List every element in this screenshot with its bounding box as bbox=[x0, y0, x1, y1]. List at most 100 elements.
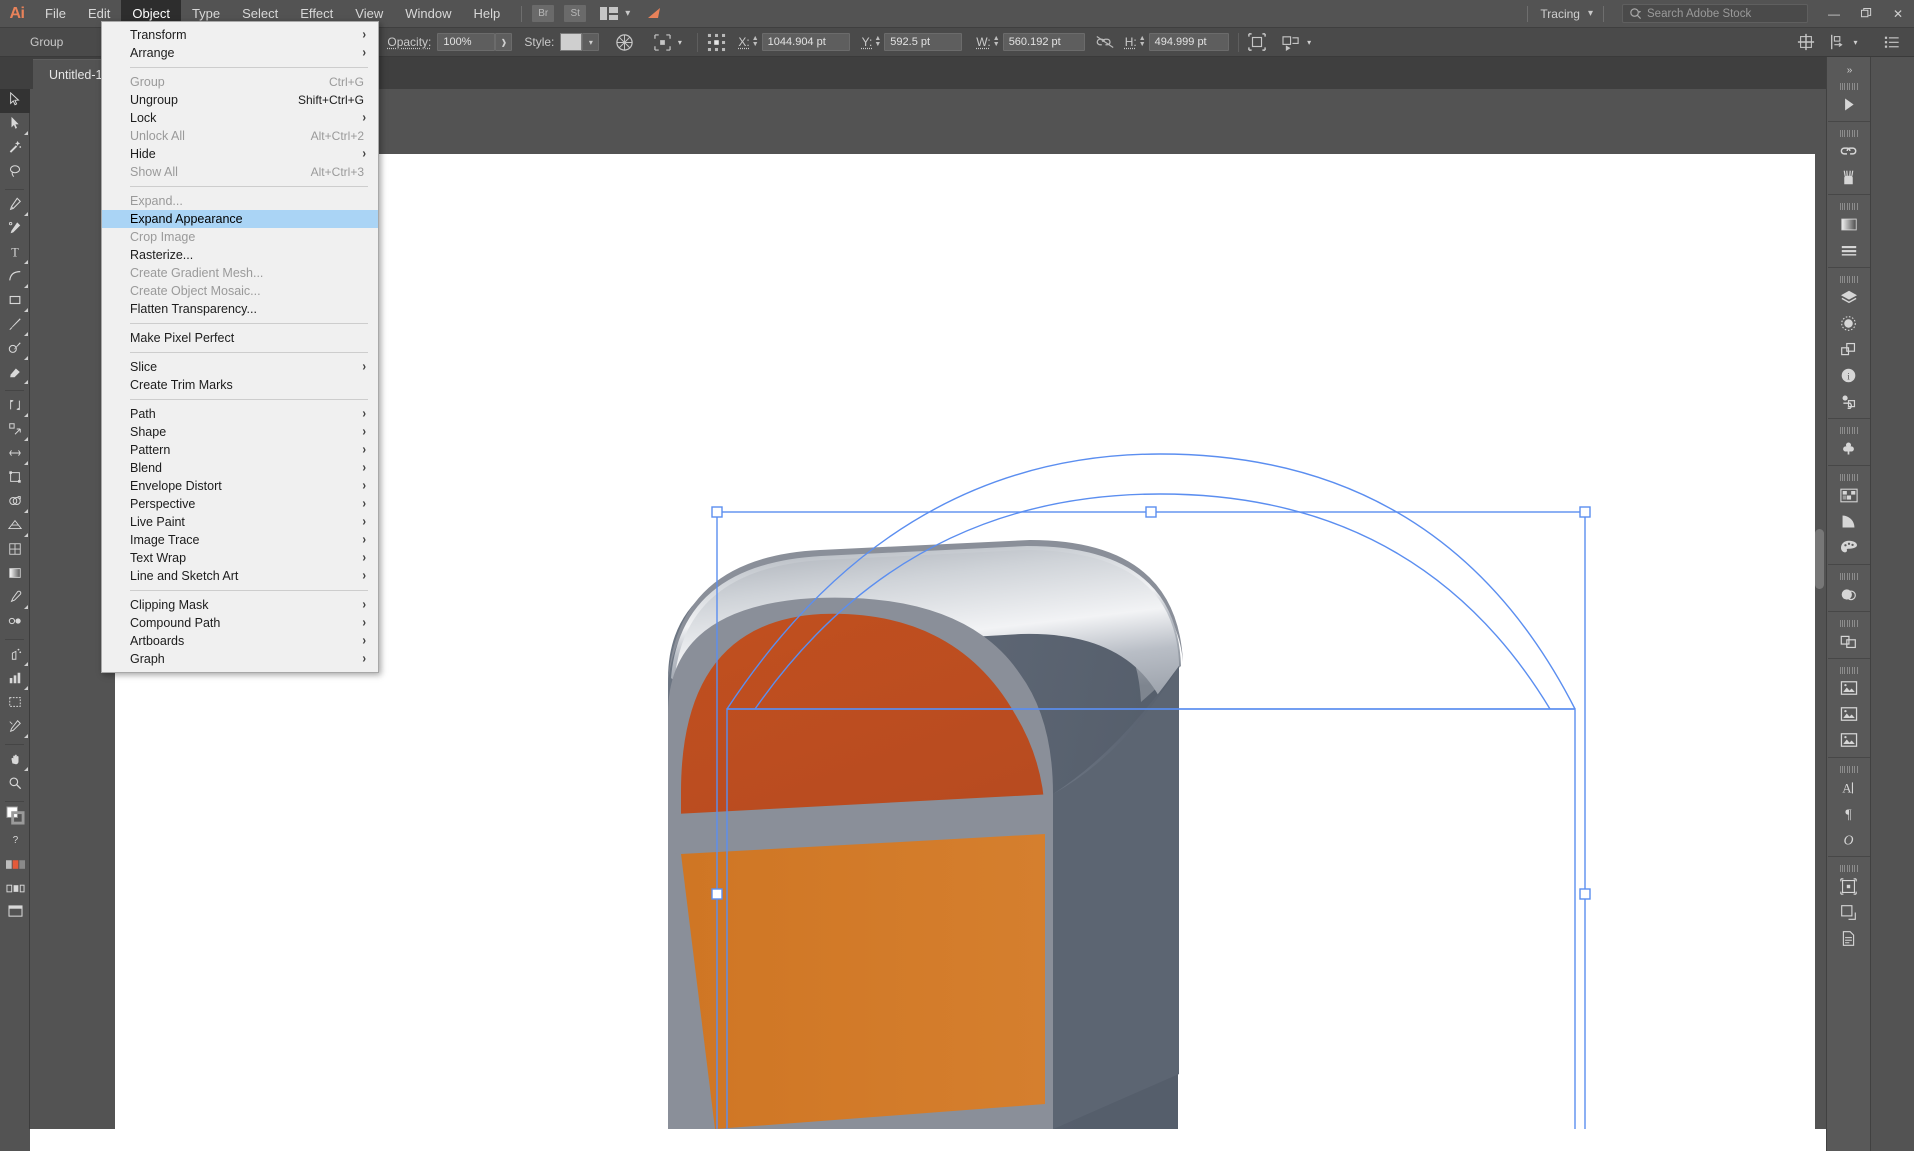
h-stepper[interactable]: ▲ ▼ bbox=[1139, 35, 1146, 48]
menu-item-pattern[interactable]: Pattern › bbox=[102, 441, 378, 459]
menu-item-text-wrap[interactable]: Text Wrap › bbox=[102, 549, 378, 567]
panel-grip[interactable] bbox=[1839, 276, 1858, 283]
align-icon[interactable] bbox=[1797, 33, 1815, 51]
paragraph-icon[interactable]: ¶ bbox=[1828, 800, 1870, 826]
eyedropper-tool[interactable] bbox=[0, 587, 30, 611]
arrange-documents-icon[interactable] bbox=[600, 7, 619, 20]
panel-grip[interactable] bbox=[1839, 83, 1858, 90]
artboards-panel-icon[interactable] bbox=[1828, 873, 1870, 899]
transparency-icon[interactable] bbox=[1828, 581, 1870, 607]
menu-item-image-trace[interactable]: Image Trace › bbox=[102, 531, 378, 549]
links-icon[interactable] bbox=[1828, 138, 1870, 164]
panel-grip[interactable] bbox=[1839, 203, 1858, 210]
panel-grip[interactable] bbox=[1839, 573, 1858, 580]
swatches-icon[interactable] bbox=[1828, 482, 1870, 508]
arrange-chevron-down-icon[interactable]: ▾ bbox=[625, 8, 630, 19]
play-icon[interactable] bbox=[1828, 91, 1870, 117]
menu-item-expand-appearance[interactable]: Expand Appearance bbox=[102, 210, 378, 228]
rectangle-tool[interactable] bbox=[0, 290, 30, 314]
menu-help[interactable]: Help bbox=[462, 0, 511, 28]
menu-item-graph[interactable]: Graph › bbox=[102, 650, 378, 668]
help-tool[interactable]: ? bbox=[0, 830, 30, 854]
discover-icon[interactable] bbox=[646, 5, 664, 23]
gradient-tool[interactable] bbox=[0, 563, 30, 587]
menu-item-rasterize[interactable]: Rasterize... bbox=[102, 246, 378, 264]
hand-tool[interactable] bbox=[0, 749, 30, 773]
libraries-icon[interactable] bbox=[1828, 675, 1870, 701]
graphic-style-swatch[interactable] bbox=[560, 33, 583, 51]
menu-item-live-paint[interactable]: Live Paint › bbox=[102, 513, 378, 531]
document-setup-icon[interactable] bbox=[1884, 34, 1900, 50]
line-segment-tool[interactable] bbox=[0, 266, 30, 290]
menu-item-clipping-mask[interactable]: Clipping Mask › bbox=[102, 596, 378, 614]
direct-selection-tool[interactable] bbox=[0, 113, 30, 137]
fill-stroke-swatch[interactable] bbox=[0, 806, 30, 830]
stroke-icon[interactable] bbox=[1828, 237, 1870, 263]
gradient-icon[interactable] bbox=[1828, 211, 1870, 237]
brushes-icon[interactable] bbox=[1828, 164, 1870, 190]
lasso-tool[interactable] bbox=[0, 161, 30, 185]
recolor-artwork-icon[interactable] bbox=[615, 33, 634, 52]
document-info-icon[interactable] bbox=[1828, 925, 1870, 951]
menu-item-lock[interactable]: Lock › bbox=[102, 109, 378, 127]
panel-grip[interactable] bbox=[1839, 766, 1858, 773]
cc-libraries-icon[interactable] bbox=[1828, 701, 1870, 727]
x-stepper[interactable]: ▲ ▼ bbox=[752, 35, 759, 48]
menu-item-slice[interactable]: Slice › bbox=[102, 358, 378, 376]
restore-button[interactable] bbox=[1850, 1, 1882, 27]
free-transform-tool[interactable] bbox=[0, 467, 30, 491]
menu-item-artboards[interactable]: Artboards › bbox=[102, 632, 378, 650]
menu-item-hide[interactable]: Hide › bbox=[102, 145, 378, 163]
panel-grip[interactable] bbox=[1839, 427, 1858, 434]
menu-item-compound-path[interactable]: Compound Path › bbox=[102, 614, 378, 632]
menu-item-ungroup[interactable]: Ungroup Shift+Ctrl+G bbox=[102, 91, 378, 109]
symbols-icon[interactable] bbox=[1828, 435, 1870, 461]
vertical-scrollbar[interactable] bbox=[1815, 529, 1824, 589]
symbol-sprayer-tool[interactable] bbox=[0, 644, 30, 668]
column-graph-tool[interactable] bbox=[0, 668, 30, 692]
reference-point-icon[interactable] bbox=[707, 33, 726, 52]
color-mode-swatch[interactable] bbox=[0, 854, 30, 878]
menu-item-transform[interactable]: Transform › bbox=[102, 26, 378, 44]
slice-tool[interactable] bbox=[0, 716, 30, 740]
eraser-tool[interactable] bbox=[0, 362, 30, 386]
drawing-mode[interactable] bbox=[0, 878, 30, 902]
stock-search-box[interactable] bbox=[1622, 4, 1808, 23]
panel-grip[interactable] bbox=[1839, 130, 1858, 137]
panel-grip[interactable] bbox=[1839, 620, 1858, 627]
menu-item-shape[interactable]: Shape › bbox=[102, 423, 378, 441]
shaper-tool[interactable] bbox=[0, 338, 30, 362]
magic-wand-tool[interactable] bbox=[0, 137, 30, 161]
menu-file[interactable]: File bbox=[34, 0, 77, 28]
w-field[interactable]: 560.192 pt bbox=[1002, 33, 1085, 51]
h-field[interactable]: 494.999 pt bbox=[1148, 33, 1229, 51]
stock-button[interactable]: St bbox=[564, 5, 587, 22]
distribute-chevron-down-icon[interactable]: ▾ bbox=[1847, 33, 1864, 51]
perspective-grid-tool[interactable] bbox=[0, 515, 30, 539]
zoom-tool[interactable] bbox=[0, 773, 30, 797]
layers-icon[interactable] bbox=[1828, 284, 1870, 310]
isolate-chevron-down-icon[interactable]: ▾ bbox=[1301, 33, 1318, 51]
y-stepper[interactable]: ▲ ▼ bbox=[874, 35, 881, 48]
rotate-tool[interactable] bbox=[0, 395, 30, 419]
workspace-switcher-label[interactable]: Tracing bbox=[1538, 7, 1588, 21]
stock-search-input[interactable] bbox=[1647, 7, 1801, 20]
blend-tool[interactable] bbox=[0, 611, 30, 635]
panel-grip[interactable] bbox=[1839, 474, 1858, 481]
pen-tool[interactable] bbox=[0, 194, 30, 218]
opacity-label[interactable]: Opacity: bbox=[387, 35, 431, 49]
y-field[interactable]: 592.5 pt bbox=[884, 33, 963, 51]
screen-mode[interactable] bbox=[0, 902, 30, 926]
shape-builder-tool[interactable] bbox=[0, 491, 30, 515]
panel-grip[interactable] bbox=[1839, 667, 1858, 674]
scale-tool[interactable] bbox=[0, 419, 30, 443]
menu-item-arrange[interactable]: Arrange › bbox=[102, 44, 378, 62]
assets-icon[interactable] bbox=[1828, 727, 1870, 753]
unlink-proportions-icon[interactable] bbox=[1095, 35, 1115, 49]
graphic-style-chevron-down-icon[interactable]: ▾ bbox=[582, 33, 600, 51]
color-icon[interactable] bbox=[1828, 534, 1870, 560]
menu-item-make-pixel-perfect[interactable]: Make Pixel Perfect bbox=[102, 329, 378, 347]
curvature-tool[interactable] bbox=[0, 218, 30, 242]
paintbrush-tool[interactable] bbox=[0, 314, 30, 338]
opacity-expand-icon[interactable]: ❱ bbox=[495, 33, 513, 51]
